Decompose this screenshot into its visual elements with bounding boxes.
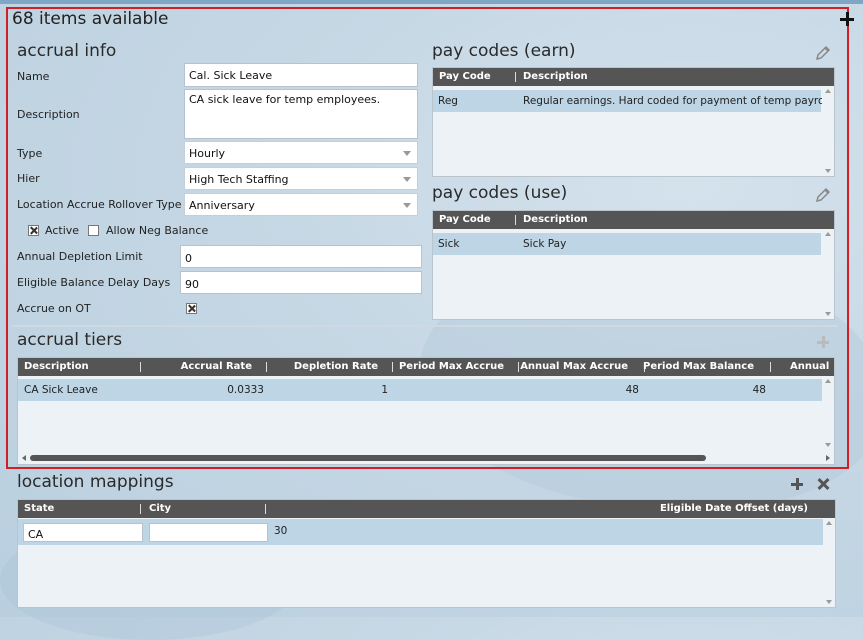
section-divider [12, 325, 838, 327]
allow-neg-balance-checkbox[interactable] [88, 225, 99, 236]
pay-codes-earn-title: pay codes (earn) [432, 41, 576, 61]
hier-select-value: High Tech Staffing [189, 173, 289, 186]
top-strip [0, 0, 863, 4]
accrue-on-ot-checkbox[interactable] [186, 303, 197, 314]
plus-icon[interactable] [791, 478, 803, 490]
pencil-icon[interactable] [814, 44, 832, 62]
annual-depletion-limit-input[interactable]: 0 [180, 245, 422, 268]
hier-select[interactable]: High Tech Staffing [184, 167, 418, 190]
column-header[interactable]: Depletion Rate [294, 361, 378, 372]
cell-depletion-rate: 1 [381, 384, 388, 396]
hier-label: Hier [17, 172, 40, 185]
scroll-left-icon[interactable] [22, 455, 26, 461]
eligible-balance-delay-input[interactable]: 90 [180, 271, 422, 294]
column-header[interactable]: Pay Code [439, 214, 491, 225]
accrual-tiers-grid: Description Accrual Rate Depletion Rate … [17, 357, 835, 465]
column-header[interactable]: Accrual Rate [181, 361, 252, 372]
cell-period-max-balance: 48 [752, 384, 766, 396]
scroll-right-icon[interactable] [826, 455, 830, 461]
eligible-balance-delay-label: Eligible Balance Delay Days [17, 276, 171, 289]
rollover-type-label: Location Accrue Rollover Type [17, 198, 182, 211]
grid-header: Description Accrual Rate Depletion Rate … [18, 358, 834, 376]
description-input[interactable]: CA sick leave for temp employees. [184, 89, 418, 139]
scroll-up-icon[interactable] [826, 521, 832, 525]
pay-codes-use-title: pay codes (use) [432, 183, 568, 203]
scroll-up-icon[interactable] [825, 379, 831, 383]
close-icon[interactable] [817, 478, 829, 490]
type-select-value: Hourly [189, 147, 226, 160]
vertical-scrollbar[interactable] [822, 376, 834, 450]
cell-annual-max-accrue: 48 [625, 384, 639, 396]
allow-neg-balance-label: Allow Neg Balance [106, 224, 209, 237]
rollover-type-select[interactable]: Anniversary [184, 193, 418, 216]
items-available-header: 68 items available [12, 9, 169, 29]
scroll-down-icon[interactable] [825, 169, 831, 173]
scroll-thumb[interactable] [30, 455, 706, 461]
chevron-down-icon [403, 151, 411, 156]
description-label: Description [17, 108, 80, 121]
cell-description: Regular earnings. Hard coded for payment… [523, 95, 831, 107]
pay-codes-earn-grid: Pay Code Description Reg Regular earning… [432, 67, 835, 177]
accrual-info-title: accrual info [17, 41, 117, 61]
table-row[interactable]: Sick Sick Pay [433, 233, 821, 255]
location-mappings-title: location mappings [17, 472, 174, 492]
column-header[interactable]: Description [24, 361, 89, 372]
grid-header: Pay Code Description [433, 211, 834, 229]
name-input[interactable]: Cal. Sick Leave [184, 63, 418, 87]
column-header[interactable]: Eligible Date Offset (days) [660, 503, 808, 514]
cell-pay-code: Sick [438, 238, 460, 250]
scroll-down-icon[interactable] [826, 600, 832, 604]
rollover-type-value: Anniversary [189, 199, 255, 212]
chevron-down-icon [403, 203, 411, 208]
vertical-scrollbar[interactable] [822, 229, 834, 319]
column-header[interactable]: Annual Max Accrue [520, 361, 628, 372]
scroll-down-icon[interactable] [825, 443, 831, 447]
cell-description: Sick Pay [523, 238, 567, 250]
vertical-scrollbar[interactable] [823, 518, 835, 607]
scroll-down-icon[interactable] [825, 312, 831, 316]
type-select[interactable]: Hourly [184, 141, 418, 164]
table-row[interactable]: Reg Regular earnings. Hard coded for pay… [433, 90, 830, 112]
table-row[interactable]: CA Sick Leave 0.0333 1 48 48 [18, 379, 822, 401]
column-header[interactable]: Description [523, 71, 588, 82]
scroll-up-icon[interactable] [825, 89, 831, 93]
column-header[interactable]: Period Max Accrue [399, 361, 504, 372]
cell-description: CA Sick Leave [24, 384, 98, 396]
column-header[interactable]: Annual [790, 361, 829, 372]
chevron-down-icon [403, 177, 411, 182]
pay-codes-use-grid: Pay Code Description Sick Sick Pay [432, 210, 835, 320]
column-header[interactable]: Description [523, 214, 588, 225]
cell-pay-code: Reg [438, 95, 458, 107]
vertical-scrollbar[interactable] [822, 86, 834, 176]
column-header[interactable]: Period Max Balance [643, 361, 754, 372]
cell-eligible-date-offset: 30 [274, 525, 288, 537]
column-header[interactable]: City [149, 503, 171, 514]
city-input[interactable] [149, 523, 268, 542]
grid-header: Pay Code Description [433, 68, 834, 86]
pencil-icon[interactable] [814, 186, 832, 204]
column-header[interactable]: State [24, 503, 54, 514]
table-row[interactable]: CA 30 [18, 519, 823, 545]
name-label: Name [17, 70, 50, 83]
active-checkbox[interactable] [28, 225, 39, 236]
type-label: Type [17, 147, 43, 160]
location-mappings-grid: State City Eligible Date Offset (days) C… [17, 499, 836, 608]
scroll-up-icon[interactable] [825, 232, 831, 236]
annual-depletion-limit-label: Annual Depletion Limit [17, 250, 143, 263]
accrual-tiers-title: accrual tiers [17, 330, 123, 350]
horizontal-scrollbar[interactable] [18, 452, 834, 464]
state-input[interactable]: CA [23, 523, 143, 542]
column-header[interactable]: Pay Code [439, 71, 491, 82]
plus-icon[interactable] [817, 336, 829, 348]
accrue-on-ot-label: Accrue on OT [17, 302, 91, 315]
cell-accrual-rate: 0.0333 [227, 384, 264, 396]
add-item-plus-icon[interactable] [840, 12, 854, 26]
grid-header: State City Eligible Date Offset (days) [18, 500, 835, 518]
active-label: Active [45, 224, 80, 237]
